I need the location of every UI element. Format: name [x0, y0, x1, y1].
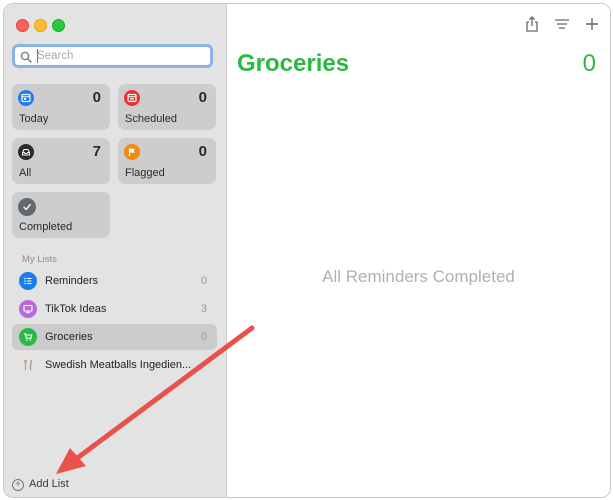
- list-title: Groceries: [237, 50, 350, 77]
- calendar-clock-icon: [124, 90, 140, 106]
- list-item-label: Reminders: [45, 275, 99, 287]
- sidebar: 0 Today 0 Scheduled 7 All 0 Flagged: [4, 4, 227, 497]
- all-label: All: [19, 167, 32, 179]
- smart-list-flagged[interactable]: 0 Flagged: [118, 138, 216, 184]
- search-field[interactable]: [12, 44, 213, 68]
- list-item-count: 0: [200, 331, 207, 343]
- main-pane: Groceries 0 All Reminders Completed: [227, 4, 610, 497]
- list-item-tiktok-ideas[interactable]: TikTok Ideas 3: [12, 296, 217, 322]
- search-input[interactable]: [37, 48, 207, 64]
- list-item-label: TikTok Ideas: [45, 303, 107, 315]
- tray-icon: [18, 144, 34, 160]
- smart-list-today[interactable]: 0 Today: [12, 84, 110, 130]
- add-icon[interactable]: [583, 15, 601, 33]
- list-item-reminders[interactable]: Reminders 0: [12, 268, 217, 294]
- flagged-label: Flagged: [125, 167, 165, 179]
- list-item-label: Swedish Meatballs Ingedien...: [45, 359, 192, 371]
- cart-icon: [19, 328, 37, 346]
- list-item-groceries[interactable]: Groceries 0: [12, 324, 217, 350]
- view-options-icon[interactable]: [553, 15, 571, 33]
- completed-label: Completed: [19, 221, 73, 233]
- today-count: 0: [92, 89, 101, 106]
- smart-list-scheduled[interactable]: 0 Scheduled: [118, 84, 216, 130]
- today-label: Today: [19, 113, 49, 125]
- fork-knife-icon: [19, 356, 37, 374]
- list-item-count: 0: [200, 275, 207, 287]
- list-item-count: 3: [200, 303, 207, 315]
- flag-icon: [124, 144, 140, 160]
- list-item-swedish-meatballs[interactable]: Swedish Meatballs Ingedien...: [12, 352, 217, 378]
- smart-list-completed[interactable]: Completed: [12, 192, 110, 238]
- plus-circle-icon: +: [12, 479, 24, 491]
- scheduled-label: Scheduled: [125, 113, 177, 125]
- checkmark-icon: [18, 198, 36, 216]
- share-icon[interactable]: [523, 15, 541, 33]
- add-list-label: Add List: [29, 478, 69, 490]
- search-icon: [20, 51, 32, 63]
- close-window-button[interactable]: [16, 19, 29, 32]
- zoom-window-button[interactable]: [52, 19, 65, 32]
- smart-list-all[interactable]: 7 All: [12, 138, 110, 184]
- calendar-icon: [18, 90, 34, 106]
- minimize-window-button[interactable]: [34, 19, 47, 32]
- list-item-label: Groceries: [45, 331, 93, 343]
- flagged-count: 0: [198, 143, 207, 160]
- reminders-window: 0 Today 0 Scheduled 7 All 0 Flagged: [3, 3, 611, 498]
- scheduled-count: 0: [198, 89, 207, 106]
- all-count: 7: [92, 143, 101, 160]
- my-lists-heading: My Lists: [22, 254, 57, 265]
- monitor-icon: [19, 300, 37, 318]
- bullet-list-icon: [19, 272, 37, 290]
- empty-state-message: All Reminders Completed: [322, 267, 515, 286]
- list-count: 0: [582, 50, 596, 77]
